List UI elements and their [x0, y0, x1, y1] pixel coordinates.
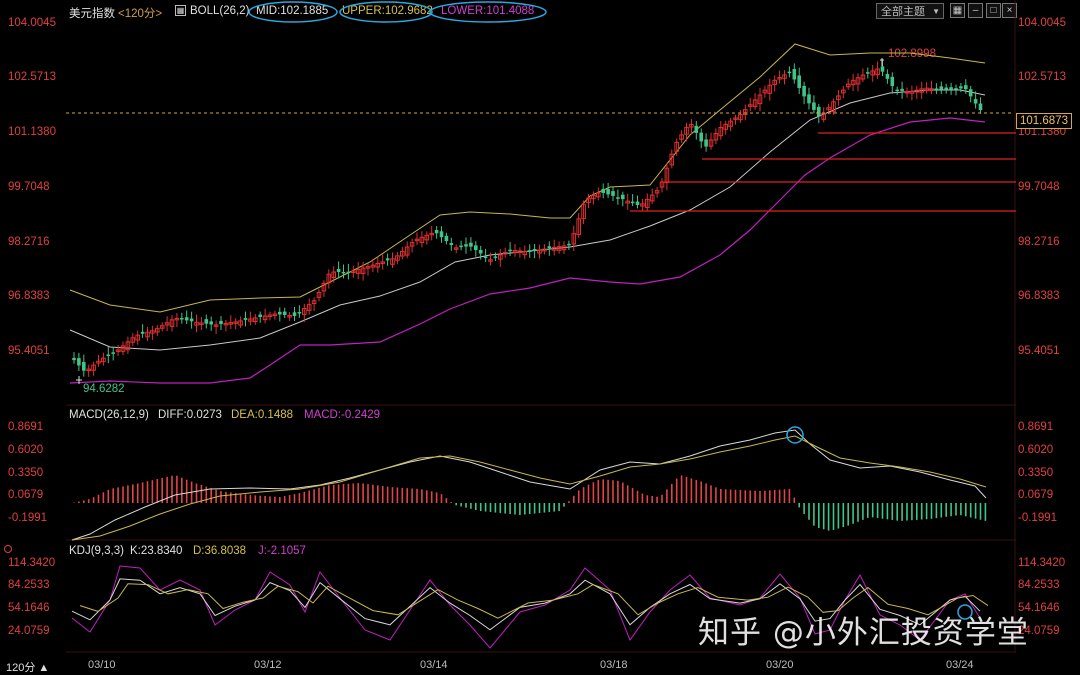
candle-body: [812, 102, 816, 110]
candle-body: [611, 191, 615, 196]
candle-body: [547, 246, 552, 249]
candle-body: [493, 256, 498, 258]
candle-body: [968, 89, 973, 97]
date-label: 03/20: [766, 659, 794, 671]
highlight-circle: [248, 1, 338, 23]
candle-body: [895, 89, 899, 92]
candle-body: [278, 311, 282, 315]
candle-body: [949, 87, 953, 90]
date-label: 03/10: [88, 659, 116, 671]
candle-body: [209, 321, 213, 325]
candle-body: [184, 317, 189, 321]
candle-body: [944, 87, 948, 90]
candle-body: [106, 354, 111, 357]
candle-body: [243, 318, 248, 320]
high-marker: [880, 58, 884, 66]
candle-body: [258, 314, 262, 317]
candle-body: [180, 317, 184, 320]
candle-body: [880, 66, 885, 72]
date-label: 03/18: [600, 659, 628, 671]
date-label: 03/12: [254, 659, 282, 671]
candle-body: [601, 188, 605, 193]
candle-body: [385, 258, 390, 261]
candle-body: [621, 194, 625, 200]
candle-body: [459, 245, 463, 248]
candle-body: [954, 88, 958, 90]
candle-body: [292, 312, 297, 316]
candle-body: [478, 249, 483, 254]
candle-body: [82, 362, 86, 371]
candle-body: [973, 99, 978, 104]
candle-body: [532, 248, 537, 252]
candle-body: [527, 250, 532, 252]
highlight-circle: [429, 1, 547, 23]
boll-mid-line: [69, 89, 986, 351]
candle-body: [964, 85, 968, 90]
candle-body: [449, 243, 454, 246]
candle-body: [817, 106, 821, 117]
candle-body: [297, 312, 302, 314]
candle-body: [464, 244, 468, 247]
candle-body: [567, 243, 571, 246]
candle-body: [606, 188, 610, 195]
candle-body: [204, 319, 209, 324]
chart-canvas: [66, 0, 1016, 653]
candle-body: [699, 132, 703, 142]
candle-body: [630, 201, 635, 204]
candle-body: [341, 271, 346, 274]
candle-body: [434, 230, 439, 234]
candle-body: [616, 197, 620, 199]
candle-body: [469, 242, 473, 247]
candle-body: [140, 331, 145, 334]
candle-body: [807, 94, 811, 104]
candle-body: [890, 76, 895, 87]
candle-body: [939, 86, 944, 90]
candle-body: [77, 358, 81, 366]
candle-body: [444, 235, 449, 242]
candle-body: [483, 256, 488, 259]
candle-body: [474, 245, 478, 251]
candle-body: [802, 85, 806, 97]
candle-body: [959, 86, 963, 89]
date-label: 03/14: [420, 659, 448, 671]
watermark: 知乎 @小外汇投资学堂: [698, 615, 1029, 651]
candle-body: [336, 268, 341, 272]
candle-body: [704, 139, 708, 147]
candle-body: [439, 231, 444, 238]
candle-body: [792, 69, 797, 80]
candle-body: [635, 201, 640, 205]
candle-body: [978, 103, 983, 110]
candle-body: [189, 318, 194, 322]
candle-body: [934, 88, 939, 90]
candle-body: [787, 71, 792, 74]
candle-body: [282, 311, 287, 315]
candle-body: [508, 249, 512, 252]
candle-body: [219, 320, 223, 325]
candle-body: [900, 88, 904, 91]
date-label: 03/24: [946, 659, 974, 671]
candle-body: [346, 271, 351, 274]
boll-lower-line: [69, 117, 986, 384]
candle-body: [797, 75, 801, 88]
candle-body: [885, 74, 890, 79]
candle-body: [111, 352, 115, 354]
candle-body: [72, 357, 76, 361]
candle-body: [866, 72, 870, 74]
candle-body: [694, 125, 699, 133]
highlight-circle: [339, 1, 433, 23]
